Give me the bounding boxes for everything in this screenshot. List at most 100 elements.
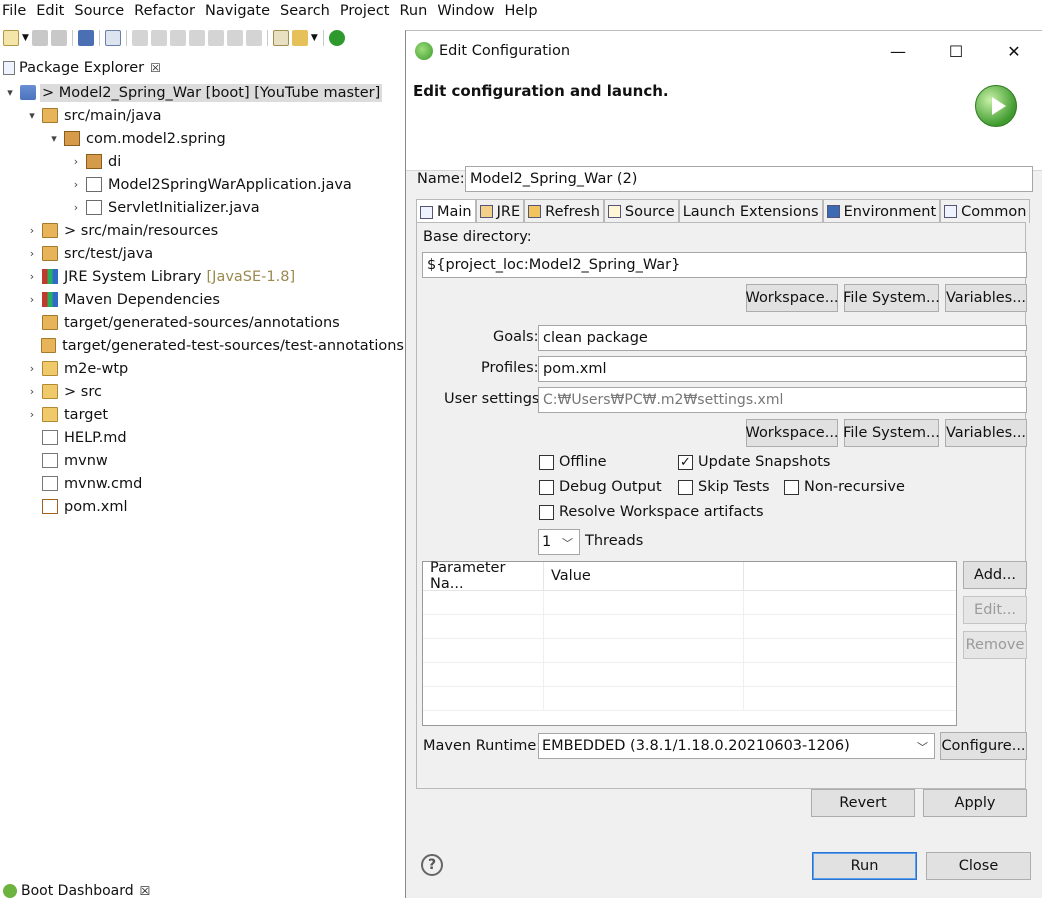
collapsed-twisty-icon[interactable]: › bbox=[25, 247, 39, 260]
close-button[interactable]: Close bbox=[926, 852, 1031, 880]
resume-icon[interactable] bbox=[131, 30, 148, 46]
collapsed-twisty-icon[interactable]: › bbox=[25, 224, 39, 237]
tab-refresh[interactable]: Refresh bbox=[524, 199, 604, 223]
offline-checkbox[interactable] bbox=[539, 455, 554, 470]
collapsed-twisty-icon[interactable]: › bbox=[25, 270, 39, 283]
spring-boot-run-icon[interactable] bbox=[328, 30, 345, 46]
name-field[interactable]: Model2_Spring_War (2) bbox=[465, 166, 1033, 192]
menu-file[interactable]: File bbox=[0, 3, 33, 19]
profiles-field[interactable]: pom.xml bbox=[538, 356, 1027, 382]
menu-project[interactable]: Project bbox=[337, 3, 397, 19]
menu-edit[interactable]: Edit bbox=[33, 3, 71, 19]
menu-help[interactable]: Help bbox=[501, 3, 544, 19]
open-type-dropdown-icon[interactable]: ▼ bbox=[311, 33, 318, 43]
tree-item[interactable]: › m2e-wtp bbox=[0, 357, 406, 380]
file-system-button[interactable]: File System... bbox=[843, 284, 940, 312]
menu-window[interactable]: Window bbox=[434, 3, 501, 19]
tree-item[interactable]: target/generated-sources/annotations bbox=[0, 311, 406, 334]
variables-button[interactable]: Variables... bbox=[945, 284, 1027, 312]
non-recursive-checkbox[interactable] bbox=[784, 480, 799, 495]
tab-environment[interactable]: Environment bbox=[822, 199, 941, 223]
update-snapshots-checkbox[interactable]: ✓ bbox=[678, 455, 693, 470]
tree-item[interactable]: › JRE System Library [JavaSE-1.8] bbox=[0, 265, 406, 288]
terminal-icon[interactable] bbox=[77, 30, 94, 46]
new-icon[interactable] bbox=[3, 30, 19, 46]
new-dropdown-icon[interactable]: ▼ bbox=[22, 33, 29, 43]
close-window-button[interactable]: ✕ bbox=[985, 31, 1042, 71]
tree-item[interactable]: › > src/main/resources bbox=[0, 219, 406, 242]
resolve-workspace-checkbox[interactable] bbox=[539, 505, 554, 520]
workspace-button-2[interactable]: Workspace... bbox=[745, 419, 839, 447]
collapsed-twisty-icon[interactable]: › bbox=[69, 201, 83, 214]
menu-run[interactable]: Run bbox=[397, 3, 435, 19]
remove-parameter-button[interactable]: Remove bbox=[963, 631, 1027, 659]
maximize-button[interactable]: ☐ bbox=[927, 31, 985, 71]
disconnect-icon[interactable] bbox=[188, 30, 205, 46]
package-explorer-tab[interactable]: Package Explorer ☒ bbox=[0, 55, 406, 80]
tab-source[interactable]: Source bbox=[603, 199, 679, 223]
close-icon[interactable]: ☒ bbox=[150, 61, 161, 75]
threads-select[interactable]: 1 ﹀ bbox=[538, 529, 580, 555]
tree-item[interactable]: › > src bbox=[0, 380, 406, 403]
skip-tests-checkbox[interactable] bbox=[678, 480, 693, 495]
tab-launch-extensions[interactable]: Launch Extensions bbox=[678, 199, 823, 223]
user-settings-field[interactable]: C:₩Users₩PC₩.m2₩settings.xml bbox=[538, 387, 1027, 413]
tree-item[interactable]: › ServletInitializer.java bbox=[0, 196, 406, 219]
menu-navigate[interactable]: Navigate bbox=[202, 3, 277, 19]
open-task-icon[interactable] bbox=[272, 30, 289, 46]
maven-runtime-select[interactable]: EMBEDDED (3.8.1/1.18.0.20210603-1206) ﹀ bbox=[538, 733, 935, 759]
revert-button[interactable]: Revert bbox=[811, 789, 915, 817]
step-into-icon[interactable] bbox=[207, 30, 224, 46]
terminate-icon[interactable] bbox=[169, 30, 186, 46]
parameter-table[interactable]: Parameter Na... Value bbox=[422, 560, 957, 726]
tree-item[interactable]: › di bbox=[0, 150, 406, 173]
save-all-icon[interactable] bbox=[50, 30, 67, 46]
goals-field[interactable]: clean package bbox=[538, 325, 1027, 351]
save-icon[interactable] bbox=[31, 30, 48, 46]
tree-item[interactable]: › target bbox=[0, 403, 406, 426]
tab-main[interactable]: Main bbox=[416, 199, 476, 224]
menu-refactor[interactable]: Refactor bbox=[131, 3, 202, 19]
workspace-button[interactable]: Workspace... bbox=[745, 284, 839, 312]
tree-item[interactable]: mvnw.cmd bbox=[0, 472, 406, 495]
tree-item[interactable]: ▾ > Model2_Spring_War [boot] [YouTube mas… bbox=[0, 81, 406, 104]
collapsed-twisty-icon[interactable]: › bbox=[25, 362, 39, 375]
collapsed-twisty-icon[interactable]: › bbox=[25, 408, 39, 421]
expanded-twisty-icon[interactable]: ▾ bbox=[25, 109, 39, 122]
configure-button[interactable]: Configure... bbox=[940, 732, 1027, 760]
tree-item[interactable]: target/generated-test-sources/test-annot… bbox=[0, 334, 406, 357]
tree-item[interactable]: mvnw bbox=[0, 449, 406, 472]
help-icon[interactable]: ? bbox=[421, 854, 443, 876]
boot-dashboard-tab[interactable]: Boot Dashboard ☒ bbox=[0, 883, 406, 898]
tree-item[interactable]: ▾ com.model2.spring bbox=[0, 127, 406, 150]
collapsed-twisty-icon[interactable]: › bbox=[69, 155, 83, 168]
skip-breakpoints-icon[interactable] bbox=[104, 30, 121, 46]
parameter-value-column[interactable]: Value bbox=[544, 562, 744, 590]
tab-jre[interactable]: JRE bbox=[475, 199, 525, 223]
expanded-twisty-icon[interactable]: ▾ bbox=[3, 86, 17, 99]
tree-item[interactable]: › src/test/java bbox=[0, 242, 406, 265]
tree-item[interactable]: › Maven Dependencies bbox=[0, 288, 406, 311]
suspend-icon[interactable] bbox=[150, 30, 167, 46]
minimize-button[interactable]: — bbox=[869, 31, 927, 71]
variables-button-2[interactable]: Variables... bbox=[945, 419, 1027, 447]
tab-common[interactable]: Common bbox=[940, 199, 1031, 223]
collapsed-twisty-icon[interactable]: › bbox=[69, 178, 83, 191]
apply-button[interactable]: Apply bbox=[923, 789, 1027, 817]
step-over-icon[interactable] bbox=[226, 30, 243, 46]
tree-item[interactable]: pom.xml bbox=[0, 495, 406, 518]
expanded-twisty-icon[interactable]: ▾ bbox=[47, 132, 61, 145]
add-parameter-button[interactable]: Add... bbox=[963, 561, 1027, 589]
parameter-name-column[interactable]: Parameter Na... bbox=[423, 560, 544, 592]
open-type-icon[interactable] bbox=[291, 30, 308, 46]
step-return-icon[interactable] bbox=[245, 30, 262, 46]
debug-output-checkbox[interactable] bbox=[539, 480, 554, 495]
close-icon[interactable]: ☒ bbox=[140, 884, 151, 898]
run-button[interactable]: Run bbox=[812, 852, 917, 880]
file-system-button-2[interactable]: File System... bbox=[843, 419, 940, 447]
collapsed-twisty-icon[interactable]: › bbox=[25, 385, 39, 398]
tree-item[interactable]: HELP.md bbox=[0, 426, 406, 449]
tree-item[interactable]: ▾ src/main/java bbox=[0, 104, 406, 127]
collapsed-twisty-icon[interactable]: › bbox=[25, 293, 39, 306]
tree-item[interactable]: › Model2SpringWarApplication.java bbox=[0, 173, 406, 196]
